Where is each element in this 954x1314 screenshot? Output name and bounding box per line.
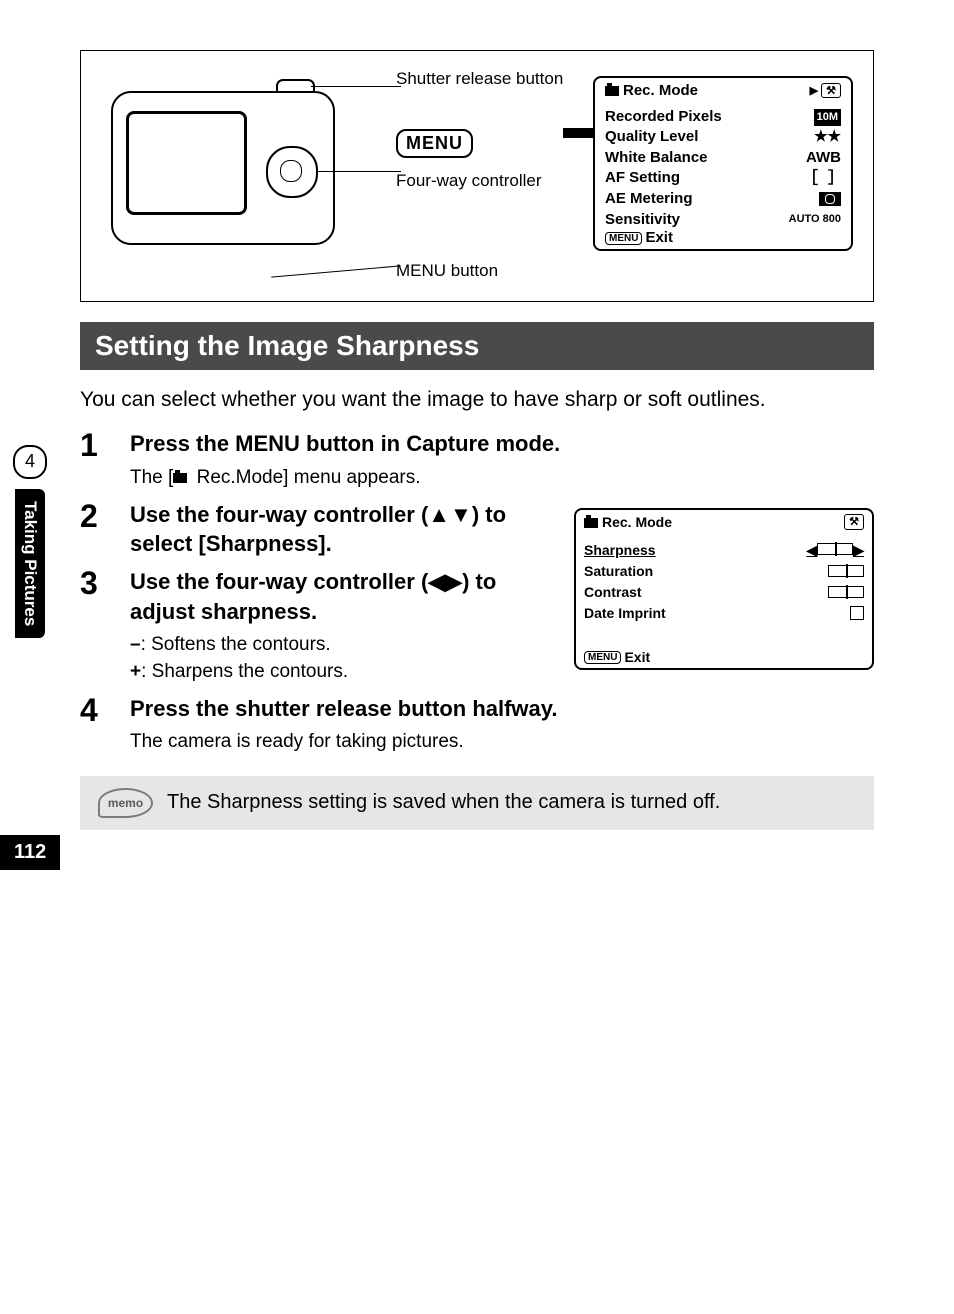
step-num: 4	[80, 694, 130, 756]
fourway-label: Four-way controller	[396, 171, 542, 191]
step-title: Press the MENU button in Capture mode.	[130, 429, 874, 459]
af-bracket-icon: ［ ］	[802, 168, 841, 190]
lcd1-exit: Exit	[645, 229, 673, 246]
intro-text: You can select whether you want the imag…	[80, 385, 874, 414]
memo-icon: memo	[98, 788, 153, 818]
lcd-panel-1: Rec. Mode ▶ ⚒ Recorded Pixels10M Quality…	[593, 76, 853, 266]
figure-labels: Shutter release button MENU Four-way con…	[396, 61, 566, 291]
memo-box: memo The Sharpness setting is saved when…	[80, 776, 874, 830]
lcd2-row2-label: Contrast	[584, 582, 642, 603]
shutter-label: Shutter release button	[396, 69, 563, 89]
step-title: Use the four-way controller (▲▼) to sele…	[130, 500, 554, 559]
lcd2-row1-label: Saturation	[584, 561, 653, 582]
step-title: Press the shutter release button halfway…	[130, 694, 874, 724]
lcd2-row0-label: Sharpness	[584, 540, 656, 561]
lcd1-row5-label: Sensitivity	[605, 210, 680, 230]
lcd1-row2-value: AWB	[806, 148, 841, 168]
camera-icon	[605, 86, 619, 96]
slider-icon	[817, 543, 853, 555]
step-num: 1	[80, 429, 130, 491]
section-header: Setting the Image Sharpness	[80, 322, 874, 370]
menu-chip-row: MENU	[396, 129, 473, 158]
step-1: 1 Press the MENU button in Capture mode.…	[80, 429, 874, 491]
lcd1-row0-label: Recorded Pixels	[605, 107, 722, 127]
metering-icon	[819, 192, 841, 206]
menu-chip: MENU	[396, 129, 473, 158]
step-sub: The camera is ready for taking pictures.	[130, 729, 874, 756]
small-menu-chip: MENU	[605, 232, 642, 245]
lcd2-title: Rec. Mode	[602, 514, 672, 530]
page-number: 112	[0, 835, 60, 870]
step-title: Use the four-way controller (◀▶) to adju…	[130, 567, 554, 626]
lcd1-row4-label: AE Metering	[605, 189, 693, 209]
lcd1-row3-label: AF Setting	[605, 168, 680, 188]
lcd1-title: Rec. Mode	[623, 82, 698, 99]
lcd1-row1-value: ★★	[814, 127, 841, 147]
lcd1-row1-label: Quality Level	[605, 127, 698, 147]
step-num: 2	[80, 500, 130, 559]
tool-tab-icon: ⚒	[821, 83, 841, 98]
lcd1-row0-value: 10M	[814, 109, 841, 126]
menubtn-label: MENU button	[396, 261, 498, 281]
small-menu-chip: MENU	[584, 651, 621, 664]
camera-diagram	[101, 61, 381, 271]
slider-icon	[828, 586, 864, 598]
step-3: 3 Use the four-way controller (◀▶) to ad…	[80, 567, 554, 686]
step-sub: –: Softens the contours.+: Sharpens the …	[130, 632, 554, 685]
lcd2-exit: Exit	[624, 649, 650, 665]
step-num: 3	[80, 567, 130, 686]
tool-tab-icon: ⚒	[844, 514, 864, 530]
step-2: 2 Use the four-way controller (▲▼) to se…	[80, 500, 554, 559]
memo-text: The Sharpness setting is saved when the …	[167, 791, 720, 814]
camera-figure: Shutter release button MENU Four-way con…	[80, 50, 874, 302]
step-sub: The [ Rec.Mode] menu appears.	[130, 465, 874, 492]
step-4: 4 Press the shutter release button halfw…	[80, 694, 874, 756]
checkbox-empty-icon	[850, 606, 864, 620]
slider-icon	[828, 565, 864, 577]
lcd1-row5-value: AUTO 800	[789, 212, 841, 227]
lcd1-row2-label: White Balance	[605, 148, 708, 168]
lcd-panel-2: Rec. Mode ⚒ Sharpness◀▶ Saturation Contr…	[574, 508, 874, 670]
lcd2-row3-label: Date Imprint	[584, 603, 666, 624]
